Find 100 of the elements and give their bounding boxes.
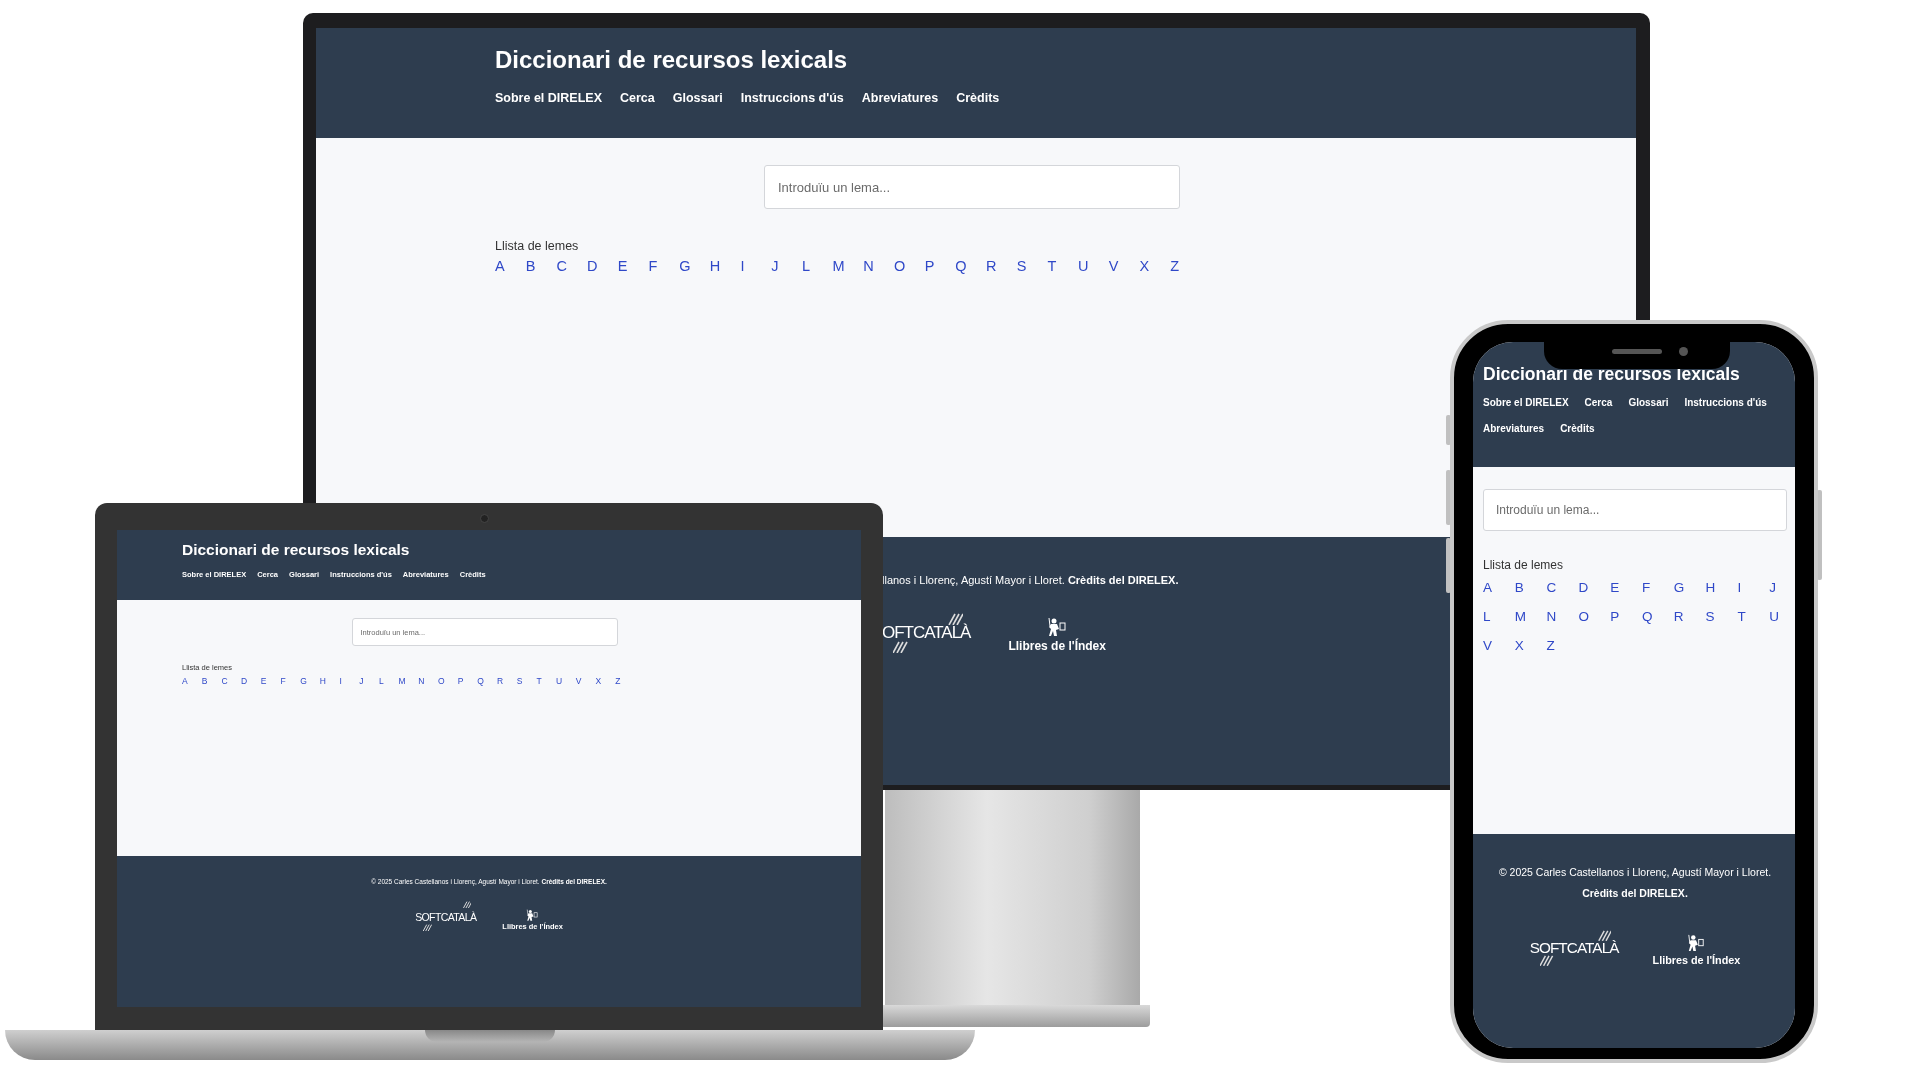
letter-link[interactable]: J: [1769, 579, 1776, 598]
letter-link[interactable]: G: [300, 676, 307, 688]
letter-link[interactable]: B: [201, 676, 208, 688]
letter-link[interactable]: Z: [1170, 256, 1179, 277]
letter-link[interactable]: L: [378, 676, 384, 688]
stripes-icon: [947, 613, 964, 625]
logo-wordmark[interactable]: Llibres de l'Índex: [1652, 954, 1741, 966]
logo-wordmark[interactable]: SOFTCATALÀ: [1529, 939, 1619, 957]
letter-link[interactable]: V: [1108, 256, 1119, 277]
stripes-icon: [1597, 930, 1612, 941]
letter-link[interactable]: M: [832, 256, 845, 277]
letter-link[interactable]: J: [771, 256, 779, 277]
letter-link[interactable]: T: [1047, 256, 1057, 277]
letter-link[interactable]: N: [863, 256, 874, 277]
letter-link[interactable]: N: [418, 676, 425, 688]
letter-link[interactable]: D: [241, 676, 248, 688]
nav-link[interactable]: Glossari: [672, 90, 723, 106]
stripes-icon: [461, 901, 472, 909]
nav-link[interactable]: Sobre el DIRELEX: [1483, 397, 1569, 409]
letter-link[interactable]: B: [1514, 579, 1524, 598]
devil-figure-icon: [1687, 934, 1706, 953]
letter-link[interactable]: U: [556, 676, 563, 688]
letter-link[interactable]: I: [339, 676, 342, 688]
letter-link[interactable]: P: [924, 256, 935, 277]
letter-link[interactable]: C: [1546, 579, 1557, 598]
credits-link[interactable]: Crèdits del DIRELEX.: [1067, 574, 1179, 586]
letter-link[interactable]: E: [617, 256, 628, 277]
letter-link[interactable]: E: [260, 676, 267, 688]
search-field[interactable]: Introduïu un lema...: [764, 165, 1180, 209]
letter-link[interactable]: P: [1610, 607, 1620, 627]
credits-link[interactable]: Crèdits del DIRELEX.: [1582, 887, 1688, 899]
nav-link[interactable]: Cerca: [620, 90, 655, 106]
logo-wordmark[interactable]: OFTCATALÀ: [882, 623, 971, 643]
letter-link[interactable]: F: [280, 676, 286, 688]
speaker-icon: [1612, 349, 1662, 354]
nav-link[interactable]: Abreviatures: [861, 90, 939, 106]
letter-link[interactable]: T: [536, 676, 542, 688]
letter-link[interactable]: Z: [615, 676, 621, 688]
letter-link[interactable]: L: [1483, 607, 1491, 627]
nav-link[interactable]: Glossari: [1628, 397, 1669, 409]
letter-link[interactable]: O: [893, 256, 906, 277]
camera-icon: [480, 514, 489, 523]
copyright-text: llanos i Llorenç, Agustí Mayor i Lloret. Crèdits del DIRELEX.: [882, 573, 1179, 588]
logo-wordmark[interactable]: Llibres de l'Índex: [1008, 639, 1106, 653]
letter-link[interactable]: M: [1514, 607, 1527, 627]
letter-link[interactable]: B: [525, 256, 536, 277]
letter-link[interactable]: S: [1016, 256, 1027, 277]
letter-link[interactable]: M: [398, 676, 406, 688]
nav-link[interactable]: Crèdits: [1560, 423, 1595, 435]
search-field[interactable]: Introduïu un lema...: [1483, 489, 1787, 531]
letter-link[interactable]: Q: [1642, 607, 1653, 627]
letter-link[interactable]: U: [1769, 607, 1779, 627]
letter-link[interactable]: C: [221, 676, 228, 688]
nav-link[interactable]: Cerca: [1584, 397, 1613, 409]
letter-link[interactable]: L: [801, 256, 810, 277]
letter-link[interactable]: X: [1139, 256, 1150, 277]
letter-link[interactable]: H: [319, 676, 326, 688]
stripes-icon: [892, 641, 909, 653]
letter-link[interactable]: E: [1610, 579, 1620, 598]
letter-link[interactable]: J: [359, 676, 364, 688]
letter-link[interactable]: O: [437, 676, 445, 688]
letter-link[interactable]: I: [1737, 579, 1742, 598]
logo-wordmark[interactable]: SOFTCATALÀ: [415, 911, 477, 924]
letter-link[interactable]: X: [595, 676, 602, 688]
letter-link[interactable]: C: [556, 256, 567, 277]
letter-link[interactable]: Q: [477, 676, 484, 688]
letter-link[interactable]: V: [575, 676, 582, 688]
letter-link[interactable]: R: [986, 256, 997, 277]
letter-link[interactable]: S: [1705, 607, 1715, 627]
letter-link[interactable]: P: [457, 676, 464, 688]
letter-link[interactable]: V: [1483, 636, 1492, 656]
letter-link[interactable]: D: [587, 256, 598, 277]
letter-link[interactable]: N: [1546, 607, 1557, 627]
devil-figure-icon: [1047, 617, 1068, 637]
letter-link[interactable]: Q: [955, 256, 967, 277]
letter-link[interactable]: R: [1673, 607, 1684, 627]
letter-link[interactable]: A: [182, 676, 188, 688]
letter-link[interactable]: Z: [1546, 636, 1555, 656]
letter-link[interactable]: F: [1642, 579, 1651, 598]
letter-link[interactable]: D: [1578, 579, 1589, 598]
letter-link[interactable]: U: [1078, 256, 1089, 277]
letter-link[interactable]: I: [740, 256, 745, 277]
letter-link[interactable]: H: [1705, 579, 1716, 598]
letter-link[interactable]: G: [679, 256, 691, 277]
nav-link[interactable]: Instruccions d'ús: [740, 90, 844, 106]
nav-link[interactable]: Abreviatures: [1483, 423, 1545, 435]
nav-link[interactable]: Sobre el DIRELEX: [495, 90, 602, 106]
nav-link[interactable]: Crèdits: [956, 90, 1000, 106]
letter-link[interactable]: T: [1737, 607, 1746, 627]
letter-link[interactable]: H: [709, 256, 721, 277]
nav-link[interactable]: Instruccions d'ús: [1684, 397, 1767, 409]
letter-link[interactable]: F: [648, 256, 658, 277]
letter-link[interactable]: R: [497, 676, 504, 688]
letter-link[interactable]: O: [1578, 607, 1589, 627]
letter-link[interactable]: X: [1514, 636, 1524, 656]
list-heading: Llista de lemes: [495, 239, 579, 253]
letter-link[interactable]: G: [1673, 579, 1685, 598]
letter-link[interactable]: S: [516, 676, 523, 688]
letter-link[interactable]: A: [1483, 579, 1492, 598]
letter-link[interactable]: A: [495, 256, 505, 277]
